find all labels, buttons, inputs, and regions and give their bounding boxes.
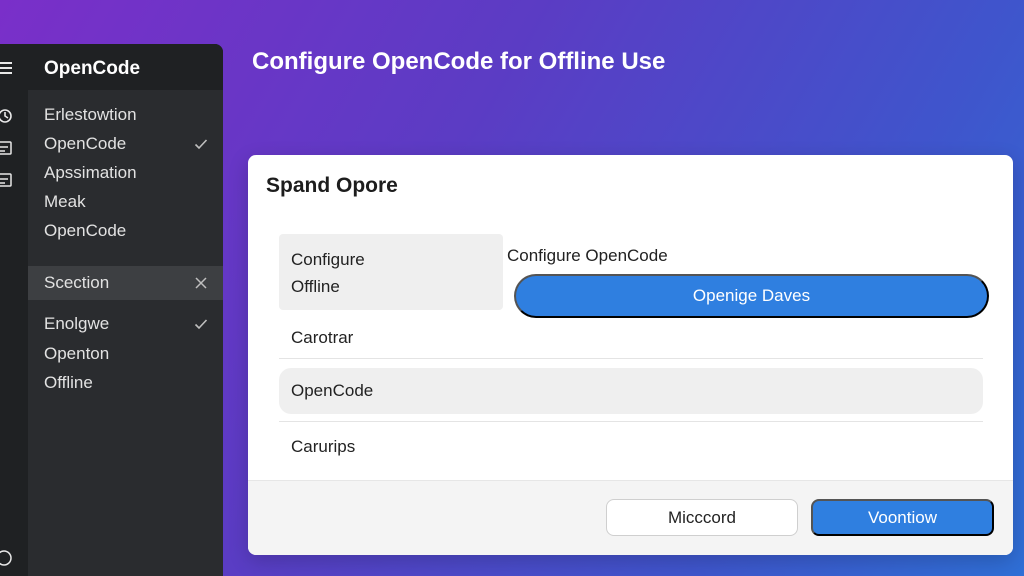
list-item[interactable]: OpenCode: [279, 368, 983, 414]
app-title: OpenCode: [44, 58, 141, 79]
sidebar-item-label: Offline: [44, 373, 93, 392]
check-icon: [193, 310, 209, 338]
sidebar-item-label: Scection: [44, 273, 110, 292]
hamburger-menu-icon[interactable]: [0, 58, 16, 78]
dialog-title: Spand Opore: [266, 174, 398, 197]
close-icon[interactable]: [193, 266, 209, 300]
sidebar-item-selected[interactable]: Scection: [28, 266, 223, 300]
sidebar-item-label: Meak: [44, 192, 86, 211]
sidebar-item[interactable]: Enolgwe: [28, 310, 223, 338]
sidebar-item-label: Apssimation: [44, 163, 137, 182]
sidebar-item[interactable]: Apssimation: [28, 159, 223, 187]
sidebar-item[interactable]: OpenCode: [28, 130, 223, 158]
sidebar-header: OpenCode: [28, 44, 223, 90]
sidebar-item[interactable]: Openton: [28, 340, 223, 368]
sidebar-item-label: Enolgwe: [44, 314, 110, 333]
sidebar-item[interactable]: Meak: [28, 188, 223, 216]
list-item-label: OpenCode: [291, 381, 374, 400]
primary-button[interactable]: Voontiow: [811, 499, 994, 536]
list-item[interactable]: Carotrar: [279, 323, 983, 353]
sidebar-item[interactable]: Offline: [28, 369, 223, 397]
check-icon: [193, 130, 209, 158]
list-item[interactable]: Carurips: [279, 432, 983, 462]
sidebar-item[interactable]: OpenCode: [28, 217, 223, 245]
dialog: Spand Opore Configure Offline Configure …: [248, 155, 1013, 555]
page-title: Configure OpenCode for Offline Use: [252, 48, 666, 75]
history-icon[interactable]: [0, 106, 16, 126]
sidebar-item[interactable]: Erlestowtion: [28, 101, 223, 129]
list-icon[interactable]: [0, 138, 16, 158]
sidebar-item-label: OpenCode: [44, 134, 127, 153]
list-icon[interactable]: [0, 170, 16, 190]
primary-wide-button[interactable]: Openige Daves: [514, 274, 989, 318]
sidebar: OpenCode Erlestowtion OpenCode Apssimati…: [28, 44, 223, 576]
sidebar-item-label: Openton: [44, 344, 110, 363]
list-item-label: Carotrar: [291, 328, 354, 347]
dialog-footer: Micccord Voontiow: [248, 480, 1013, 555]
help-icon[interactable]: [0, 548, 16, 568]
sidebar-item-label: Erlestowtion: [44, 105, 137, 124]
list-item-label: Carurips: [291, 437, 356, 456]
divider: [279, 358, 983, 359]
divider: [279, 421, 983, 422]
option-line-2: Offline: [291, 277, 340, 296]
section-label: Configure OpenCode: [507, 246, 668, 265]
option-box[interactable]: Configure Offline: [279, 234, 503, 310]
sidebar-item-label: OpenCode: [44, 221, 127, 240]
secondary-button[interactable]: Micccord: [606, 499, 798, 536]
option-line-1: Configure: [291, 250, 365, 269]
